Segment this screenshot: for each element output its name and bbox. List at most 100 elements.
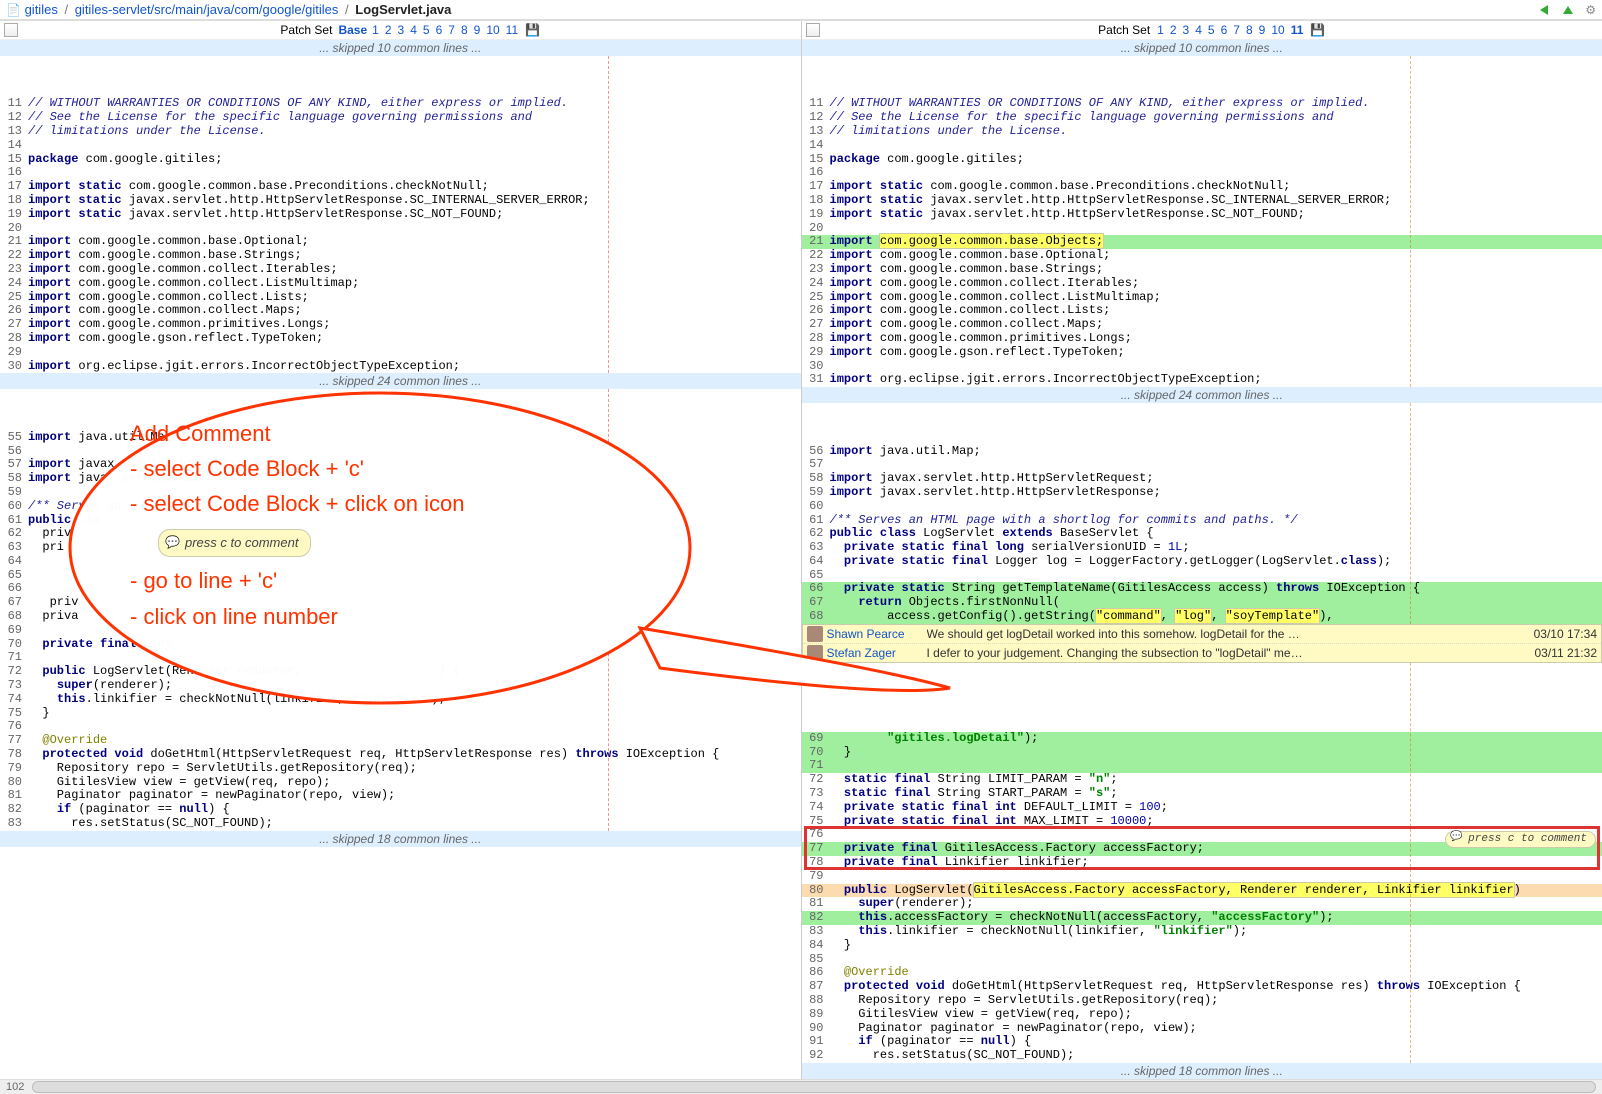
line-number[interactable]: 71: [802, 759, 830, 773]
code-line[interactable]: 11// WITHOUT WARRANTIES OR CONDITIONS OF…: [0, 97, 801, 111]
line-number[interactable]: 80: [802, 884, 830, 898]
skip-mid-left[interactable]: ... skipped 24 common lines ...: [0, 373, 801, 389]
line-number[interactable]: 79: [0, 762, 28, 776]
line-number[interactable]: 56: [0, 445, 28, 459]
patchset-link-6[interactable]: 6: [433, 23, 446, 37]
code-line[interactable]: 59import javax.servlet.http.HttpServletR…: [802, 486, 1602, 500]
code-line[interactable]: 67 return Objects.firstNonNull(: [802, 596, 1602, 610]
code-line[interactable]: 80 public LogServlet(GitilesAccess.Facto…: [802, 884, 1602, 898]
code-line[interactable]: 23import com.google.common.base.Strings;: [802, 263, 1602, 277]
code-line[interactable]: 25import com.google.common.collect.ListM…: [802, 291, 1602, 305]
code-line[interactable]: 27import com.google.common.collect.Maps;: [802, 318, 1602, 332]
left-code2[interactable]: 55import java.util.Map;5657import javax.…: [0, 389, 801, 831]
code-line[interactable]: 14: [0, 139, 801, 153]
line-number[interactable]: 12: [802, 111, 830, 125]
line-number[interactable]: 88: [802, 994, 830, 1008]
line-number[interactable]: 76: [802, 828, 830, 842]
line-number[interactable]: 78: [802, 856, 830, 870]
patchset-link-8[interactable]: 8: [1243, 23, 1256, 37]
line-number[interactable]: 11: [0, 97, 28, 111]
code-line[interactable]: 92 res.setStatus(SC_NOT_FOUND);: [802, 1049, 1602, 1063]
patchset-link-9[interactable]: 9: [1256, 23, 1269, 37]
code-line[interactable]: 75 }: [0, 707, 801, 721]
code-line[interactable]: 89 GitilesView view = getView(req, repo)…: [802, 1008, 1602, 1022]
line-number[interactable]: 75: [0, 707, 28, 721]
line-number[interactable]: 14: [802, 139, 830, 153]
line-number[interactable]: 57: [0, 458, 28, 472]
code-line[interactable]: 78 protected void doGetHtml(HttpServletR…: [0, 748, 801, 762]
code-line[interactable]: 73 super(renderer);: [0, 679, 801, 693]
code-line[interactable]: 61public cla: [0, 514, 801, 528]
line-number[interactable]: 17: [802, 180, 830, 194]
line-number[interactable]: 77: [802, 842, 830, 856]
line-number[interactable]: 58: [802, 472, 830, 486]
line-number[interactable]: 85: [802, 953, 830, 967]
line-number[interactable]: 79: [802, 870, 830, 884]
code-line[interactable]: 78 private final Linkifier linkifier;: [802, 856, 1602, 870]
line-number[interactable]: 21: [0, 235, 28, 249]
patchset-link-3[interactable]: 3: [1180, 23, 1193, 37]
patchset-link-2[interactable]: 2: [382, 23, 395, 37]
line-number[interactable]: 65: [802, 569, 830, 583]
code-line[interactable]: 17import static com.google.common.base.P…: [802, 180, 1602, 194]
line-number[interactable]: 62: [802, 527, 830, 541]
code-line[interactable]: 55import java.util.Map;: [0, 431, 801, 445]
line-number[interactable]: 68: [0, 610, 28, 624]
code-line[interactable]: 58import javax.servlet.htt: [0, 472, 801, 486]
patchset-link-5[interactable]: 5: [420, 23, 433, 37]
code-line[interactable]: 74 this.linkifier = checkNotNull(linkifi…: [0, 693, 801, 707]
patchset-link-7[interactable]: 7: [445, 23, 458, 37]
line-number[interactable]: 22: [802, 249, 830, 263]
code-line[interactable]: 57import javax.servlet.http.HttpServlet: [0, 458, 801, 472]
skip-bot-left[interactable]: ... skipped 18 common lines ...: [0, 831, 801, 847]
code-line[interactable]: 26import com.google.common.collect.Lists…: [802, 304, 1602, 318]
patchset-link-6[interactable]: 6: [1218, 23, 1231, 37]
code-line[interactable]: 15package com.google.gitiles;: [802, 153, 1602, 167]
horizontal-scrollbar[interactable]: [32, 1081, 1596, 1093]
code-line[interactable]: 91 if (paginator == null) {: [802, 1035, 1602, 1049]
right-code2[interactable]: 56import java.util.Map;5758import javax.…: [802, 403, 1602, 624]
expand-icon[interactable]: [4, 23, 18, 37]
code-line[interactable]: 79 Repository repo = ServletUtils.getRep…: [0, 762, 801, 776]
line-number[interactable]: 65: [0, 569, 28, 583]
line-number[interactable]: 81: [0, 789, 28, 803]
code-line[interactable]: 73 static final String START_PARAM = "s"…: [802, 787, 1602, 801]
patchset-link-4[interactable]: 4: [1192, 23, 1205, 37]
line-number[interactable]: 67: [802, 596, 830, 610]
code-line[interactable]: 24import com.google.common.collect.ListM…: [0, 277, 801, 291]
comment-hint-pill[interactable]: press c to comment: [1445, 831, 1596, 848]
code-line[interactable]: 70 }: [802, 746, 1602, 760]
code-line[interactable]: 67 priv: [0, 596, 801, 610]
code-line[interactable]: 90 Paginator paginator = newPaginator(re…: [802, 1022, 1602, 1036]
line-number[interactable]: 26: [802, 304, 830, 318]
code-line[interactable]: 28import com.google.common.primitives.Lo…: [802, 332, 1602, 346]
patchset-link-1[interactable]: 1: [369, 23, 382, 37]
code-line[interactable]: 60/** Serves an: [0, 500, 801, 514]
patchset-link-3[interactable]: 3: [395, 23, 408, 37]
line-number[interactable]: 13: [0, 125, 28, 139]
skip-top-right[interactable]: ... skipped 10 common lines ...: [802, 40, 1602, 56]
line-number[interactable]: 72: [0, 665, 28, 679]
code-line[interactable]: 20: [0, 222, 801, 236]
line-number[interactable]: 91: [802, 1035, 830, 1049]
line-number[interactable]: 14: [0, 139, 28, 153]
line-number[interactable]: 24: [802, 277, 830, 291]
line-number[interactable]: 92: [802, 1049, 830, 1063]
line-number[interactable]: 62: [0, 527, 28, 541]
line-number[interactable]: 29: [802, 346, 830, 360]
line-number[interactable]: 89: [802, 1008, 830, 1022]
code-line[interactable]: 71: [0, 651, 801, 665]
gear-icon[interactable]: ⚙: [1585, 3, 1596, 17]
code-line[interactable]: 72 public LogServlet(Renderer renderer, …: [0, 665, 801, 679]
left-code[interactable]: 11// WITHOUT WARRANTIES OR CONDITIONS OF…: [0, 56, 801, 373]
code-line[interactable]: 69 "gitiles.logDetail");: [802, 732, 1602, 746]
line-number[interactable]: 63: [0, 541, 28, 555]
code-line[interactable]: 29: [0, 346, 801, 360]
line-number[interactable]: 70: [0, 638, 28, 652]
code-line[interactable]: 65: [0, 569, 801, 583]
code-line[interactable]: 31import org.eclipse.jgit.errors.Incorre…: [802, 373, 1602, 387]
code-line[interactable]: 16: [0, 166, 801, 180]
line-number[interactable]: 55: [0, 431, 28, 445]
code-line[interactable]: 79: [802, 870, 1602, 884]
line-number[interactable]: 83: [802, 925, 830, 939]
